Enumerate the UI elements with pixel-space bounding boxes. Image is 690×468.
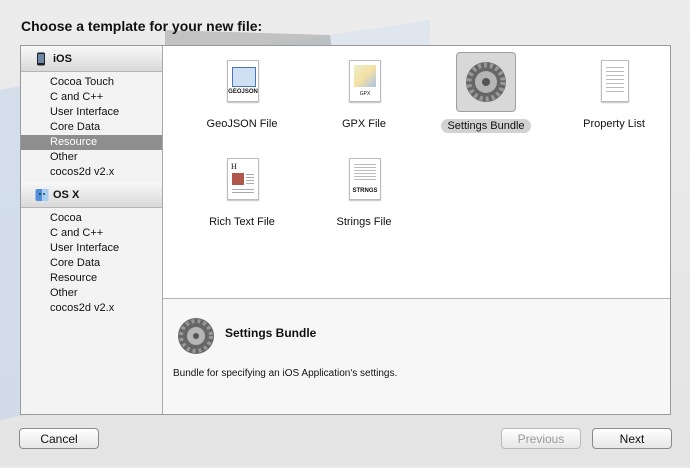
dialog-title: Choose a template for your new file: [21, 18, 263, 34]
osx-finder-icon [35, 188, 49, 202]
template-chooser-panel: iOS Cocoa Touch C and C++ User Interface… [20, 45, 671, 415]
template-label: GeoJSON File [206, 118, 278, 130]
sidebar-item-resource[interactable]: Resource [21, 271, 162, 286]
settings-gear-icon [178, 318, 214, 354]
gpx-file-icon: GPX [335, 52, 393, 110]
template-label: GPX File [341, 118, 386, 130]
template-rich-text-file[interactable]: H Rich Text File [187, 150, 297, 229]
settings-gear-icon [456, 52, 516, 112]
template-description-area: Settings Bundle Bundle for specifying an… [163, 299, 670, 414]
sidebar-item-c-and-cpp[interactable]: C and C++ [21, 226, 162, 241]
sidebar-item-cocos2d[interactable]: cocos2d v2.x [21, 301, 162, 316]
platform-sidebar: iOS Cocoa Touch C and C++ User Interface… [21, 46, 163, 414]
description-text: Bundle for specifying an iOS Application… [173, 368, 398, 379]
template-settings-bundle[interactable]: Settings Bundle [431, 52, 541, 133]
sidebar-item-core-data[interactable]: Core Data [21, 256, 162, 271]
sidebar-item-core-data[interactable]: Core Data [21, 120, 162, 135]
sidebar-item-other[interactable]: Other [21, 286, 162, 301]
template-property-list[interactable]: Property List [559, 52, 669, 131]
cancel-button[interactable]: Cancel [19, 428, 99, 449]
previous-button[interactable]: Previous [501, 428, 581, 449]
sidebar-item-cocoa[interactable]: Cocoa [21, 211, 162, 226]
geojson-file-icon: GEOJSON [213, 52, 271, 110]
template-gpx-file[interactable]: GPX GPX File [309, 52, 419, 131]
file-badge: GPX [359, 91, 371, 97]
file-badge: STRNGS [352, 188, 378, 194]
sidebar-section-ios[interactable]: iOS [21, 46, 162, 72]
template-label: Property List [583, 118, 645, 130]
rich-text-file-icon: H [213, 150, 271, 208]
template-label: Strings File [336, 216, 392, 228]
file-badge: GEOJSON [228, 89, 258, 95]
sidebar-item-resource[interactable]: Resource [21, 135, 162, 150]
sidebar-item-other[interactable]: Other [21, 150, 162, 165]
sidebar-section-label: OS X [53, 188, 80, 201]
sidebar-item-cocos2d[interactable]: cocos2d v2.x [21, 165, 162, 180]
next-button[interactable]: Next [592, 428, 672, 449]
sidebar-item-c-and-cpp[interactable]: C and C++ [21, 90, 162, 105]
sidebar-section-label: iOS [53, 52, 72, 65]
template-label: Rich Text File [209, 216, 275, 228]
template-label: Settings Bundle [441, 119, 531, 133]
sidebar-section-osx[interactable]: OS X [21, 182, 162, 208]
sidebar-item-cocoa-touch[interactable]: Cocoa Touch [21, 75, 162, 90]
property-list-icon [585, 52, 643, 110]
sidebar-item-user-interface[interactable]: User Interface [21, 241, 162, 256]
template-strings-file[interactable]: STRNGS Strings File [309, 150, 419, 229]
ios-device-icon [35, 52, 47, 66]
sidebar-item-user-interface[interactable]: User Interface [21, 105, 162, 120]
template-geojson-file[interactable]: GEOJSON GeoJSON File [187, 52, 297, 131]
template-grid: GEOJSON GeoJSON File GPX GPX File Settin… [163, 46, 670, 299]
description-title: Settings Bundle [225, 326, 317, 340]
strings-file-icon: STRNGS [335, 150, 393, 208]
